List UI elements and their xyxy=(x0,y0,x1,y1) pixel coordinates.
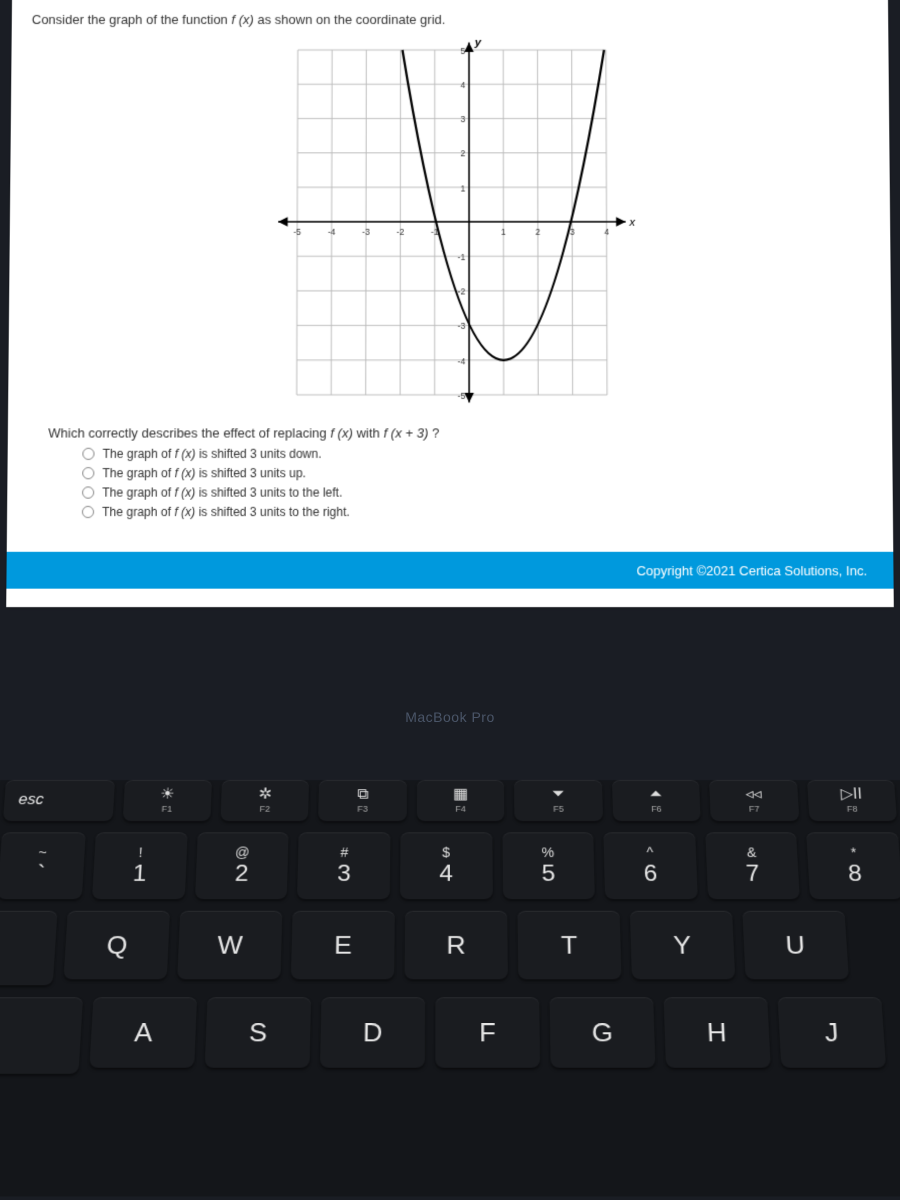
key-capslock: ps lock xyxy=(0,997,83,1074)
sub-end: ? xyxy=(432,425,439,440)
key-f: F xyxy=(435,997,540,1068)
opt-text: The graph of f (x) is shifted 3 units to… xyxy=(102,485,342,499)
sub-f2: f (x + 3) xyxy=(384,425,429,440)
keyboard-dim-icon: ⏷ xyxy=(552,787,565,802)
option-c[interactable]: The graph of f (x) is shifted 3 units to… xyxy=(82,485,873,499)
key-j: J xyxy=(778,997,887,1068)
option-d[interactable]: The graph of f (x) is shifted 3 units to… xyxy=(82,505,873,519)
svg-text:-5: -5 xyxy=(458,391,466,401)
svg-text:2: 2 xyxy=(535,227,540,237)
key-u: U xyxy=(742,911,849,980)
sub-pre: Which correctly describes the effect of … xyxy=(48,425,330,440)
key-r: R xyxy=(405,911,508,980)
sub-f1: f (x) xyxy=(330,425,353,440)
svg-text:x: x xyxy=(628,217,636,229)
number-row: ~` !1 @2 #3 $4 %5 ^6 &7 *8 xyxy=(0,832,900,899)
function-row: esc ☀F1 ✲F2 ⧉F3 ▦F4 ⏷F5 ⏶F6 ◃◃F7 ▷IIF8 xyxy=(0,780,900,821)
key-esc: esc xyxy=(3,780,115,821)
svg-text:4: 4 xyxy=(460,80,465,90)
key-f2: ✲F2 xyxy=(220,780,309,821)
launchpad-icon: ▦ xyxy=(453,787,468,802)
svg-text:3: 3 xyxy=(570,227,575,237)
opt-text: The graph of f (x) is shifted 3 units do… xyxy=(103,447,322,461)
physical-keyboard: esc ☀F1 ✲F2 ⧉F3 ▦F4 ⏷F5 ⏶F6 ◃◃F7 ▷IIF8 ~… xyxy=(0,780,900,1197)
asdf-row: ps lock A S D F G H J xyxy=(0,997,900,1074)
key-7: &7 xyxy=(705,832,800,899)
key-w: W xyxy=(177,911,282,980)
key-f6: ⏶F6 xyxy=(612,780,701,821)
svg-text:4: 4 xyxy=(604,227,609,237)
key-e: E xyxy=(291,911,395,980)
svg-text:1: 1 xyxy=(460,183,465,193)
svg-text:3: 3 xyxy=(460,114,465,124)
key-tab: tab xyxy=(0,911,58,986)
radio-icon[interactable] xyxy=(82,448,94,460)
key-h: H xyxy=(664,997,771,1068)
key-s: S xyxy=(205,997,311,1068)
option-a[interactable]: The graph of f (x) is shifted 3 units do… xyxy=(82,447,872,461)
svg-text:-4: -4 xyxy=(328,227,336,237)
sub-question: Which correctly describes the effect of … xyxy=(48,425,872,440)
footer-bar: Copyright ©2021 Certica Solutions, Inc. xyxy=(6,552,893,589)
key-g: G xyxy=(550,997,656,1068)
key-q: Q xyxy=(63,911,170,980)
opt-text: The graph of f (x) is shifted 3 units up… xyxy=(102,466,306,480)
svg-text:y: y xyxy=(474,37,482,49)
laptop-brand-label: MacBook Pro xyxy=(0,709,900,725)
key-1: !1 xyxy=(92,832,187,899)
options-list: The graph of f (x) is shifted 3 units do… xyxy=(82,447,873,519)
rewind-icon: ◃◃ xyxy=(745,787,762,802)
svg-text:-5: -5 xyxy=(293,227,301,237)
quiz-screen: Consider the graph of the function f (x)… xyxy=(6,0,894,607)
intro-text-pre: Consider the graph of the function xyxy=(32,12,232,27)
option-b[interactable]: The graph of f (x) is shifted 3 units up… xyxy=(82,466,872,480)
qwerty-row: tab Q W E R T Y U xyxy=(0,911,900,986)
brightness-down-icon: ☀ xyxy=(160,787,175,802)
svg-text:2: 2 xyxy=(460,149,465,159)
key-f7: ◃◃F7 xyxy=(709,780,799,821)
copyright-text: Copyright ©2021 Certica Solutions, Inc. xyxy=(636,563,867,578)
svg-text:1: 1 xyxy=(501,227,506,237)
question-intro: Consider the graph of the function f (x)… xyxy=(32,12,868,27)
intro-text-post: as shown on the coordinate grid. xyxy=(257,12,445,27)
mission-control-icon: ⧉ xyxy=(357,787,369,802)
svg-text:-3: -3 xyxy=(362,227,370,237)
opt-text: The graph of f (x) is shifted 3 units to… xyxy=(102,505,350,519)
key-f5: ⏷F5 xyxy=(514,780,602,821)
brightness-up-icon: ✲ xyxy=(258,787,272,802)
key-backtick: ~` xyxy=(0,832,86,899)
key-8: *8 xyxy=(806,832,900,899)
key-a: A xyxy=(89,997,197,1068)
key-f1: ☀F1 xyxy=(122,780,212,821)
key-6: ^6 xyxy=(603,832,697,899)
sub-mid: with xyxy=(357,425,384,440)
key-5: %5 xyxy=(502,832,595,899)
key-2: @2 xyxy=(195,832,289,899)
radio-icon[interactable] xyxy=(82,467,94,479)
svg-text:-3: -3 xyxy=(458,321,466,331)
graph-container: x y 543 21 -1-2-3 -4-5 -5-4-3 -2-1 123 4 xyxy=(28,31,872,419)
radio-icon[interactable] xyxy=(82,486,94,498)
radio-icon[interactable] xyxy=(82,506,94,518)
key-d: D xyxy=(320,997,425,1068)
key-3: #3 xyxy=(297,832,390,899)
svg-text:-2: -2 xyxy=(397,227,405,237)
keyboard-bright-icon: ⏶ xyxy=(649,787,662,802)
coordinate-grid: x y 543 21 -1-2-3 -4-5 -5-4-3 -2-1 123 4 xyxy=(258,31,641,414)
key-f3: ⧉F3 xyxy=(319,780,407,821)
key-t: T xyxy=(517,911,621,980)
svg-text:-2: -2 xyxy=(458,287,466,297)
key-y: Y xyxy=(630,911,735,980)
key-f4: ▦F4 xyxy=(417,780,505,821)
key-f8: ▷IIF8 xyxy=(807,780,897,821)
svg-text:-4: -4 xyxy=(458,356,466,366)
key-4: $4 xyxy=(400,832,492,899)
svg-text:5: 5 xyxy=(460,46,465,56)
intro-fn: f (x) xyxy=(231,12,253,27)
play-pause-icon: ▷II xyxy=(840,787,862,802)
svg-text:-1: -1 xyxy=(458,252,466,262)
